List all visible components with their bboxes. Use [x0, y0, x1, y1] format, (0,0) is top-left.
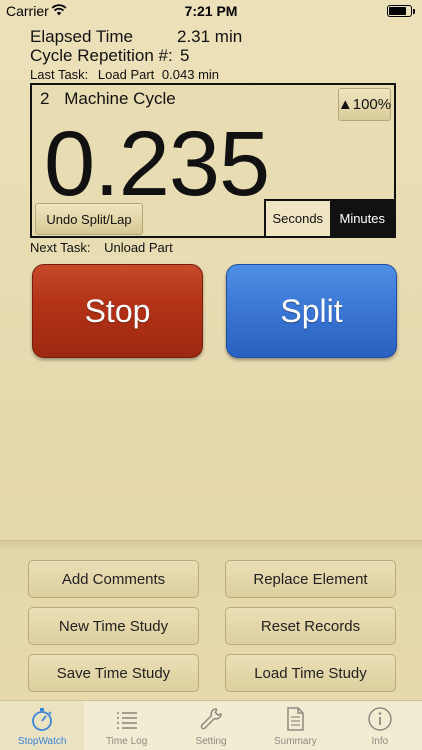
action-panel: Add Comments Replace Element New Time St… [0, 540, 422, 700]
percent-rating-button[interactable]: ▲100% [338, 88, 391, 121]
add-comments-button[interactable]: Add Comments [28, 560, 199, 598]
current-task-title: 2 Machine Cycle [40, 89, 176, 109]
last-task-time: 0.043 min [161, 67, 220, 82]
tab-bar: StopWatch Time Log Setting Summary Info [0, 700, 422, 750]
reset-records-button[interactable]: Reset Records [225, 607, 396, 645]
load-time-study-button[interactable]: Load Time Study [225, 654, 396, 692]
stopwatch-icon [32, 708, 53, 731]
app-screen: Carrier 7:21 PM Elapsed Time 2.31 min Cy… [0, 0, 422, 750]
tab-time-log[interactable]: Time Log [84, 701, 168, 750]
elapsed-time-row: Elapsed Time 2.31 min [30, 27, 242, 47]
tab-stopwatch[interactable]: StopWatch [0, 701, 85, 750]
stop-button[interactable]: Stop [32, 264, 203, 358]
cycle-repetition-value: 5 [180, 46, 190, 65]
last-task-value: Load Part [97, 67, 155, 82]
save-time-study-button[interactable]: Save Time Study [28, 654, 199, 692]
tab-time-log-label: Time Log [105, 736, 148, 747]
split-button[interactable]: Split [226, 264, 397, 358]
time-unit-toggle: Seconds Minutes [264, 199, 394, 236]
next-task-value: Unload Part [104, 240, 173, 255]
seconds-toggle[interactable]: Seconds [266, 201, 331, 236]
battery-icon [387, 5, 415, 17]
elapsed-time-value: 2.31 min [177, 27, 243, 46]
undo-split-lap-button[interactable]: Undo Split/Lap [35, 203, 143, 235]
cycle-repetition-row: Cycle Repetition #: 5 [30, 46, 189, 66]
info-icon [368, 707, 392, 731]
tab-setting-label: Setting [195, 736, 227, 747]
next-task-row: Next Task: Unload Part [30, 240, 173, 255]
tab-stopwatch-label: StopWatch [17, 736, 67, 747]
wrench-icon [200, 708, 222, 730]
cycle-repetition-label: Cycle Repetition #: [30, 46, 173, 65]
current-task-name: Machine Cycle [64, 89, 176, 108]
replace-element-button[interactable]: Replace Element [225, 560, 396, 598]
tab-info-label: Info [371, 736, 389, 747]
tab-setting[interactable]: Setting [169, 701, 253, 750]
last-task-label: Last Task: [30, 67, 89, 82]
tab-summary[interactable]: Summary [253, 701, 337, 750]
next-task-label: Next Task: [30, 240, 91, 255]
document-icon [287, 707, 305, 731]
minutes-toggle[interactable]: Minutes [330, 201, 394, 236]
tab-info[interactable]: Info [338, 701, 422, 750]
new-time-study-button[interactable]: New Time Study [28, 607, 199, 645]
tab-summary-label: Summary [274, 736, 317, 747]
list-icon [116, 712, 137, 729]
current-task-number: 2 [40, 89, 50, 108]
elapsed-time-label: Elapsed Time [30, 27, 133, 46]
status-bar: Carrier 7:21 PM [0, 0, 422, 22]
status-time: 7:21 PM [184, 3, 238, 19]
last-task-row: Last Task: Load Part 0.043 min [30, 67, 219, 82]
timer-panel: 2 Machine Cycle ▲100% 0.235 Undo Split/L… [30, 83, 396, 238]
